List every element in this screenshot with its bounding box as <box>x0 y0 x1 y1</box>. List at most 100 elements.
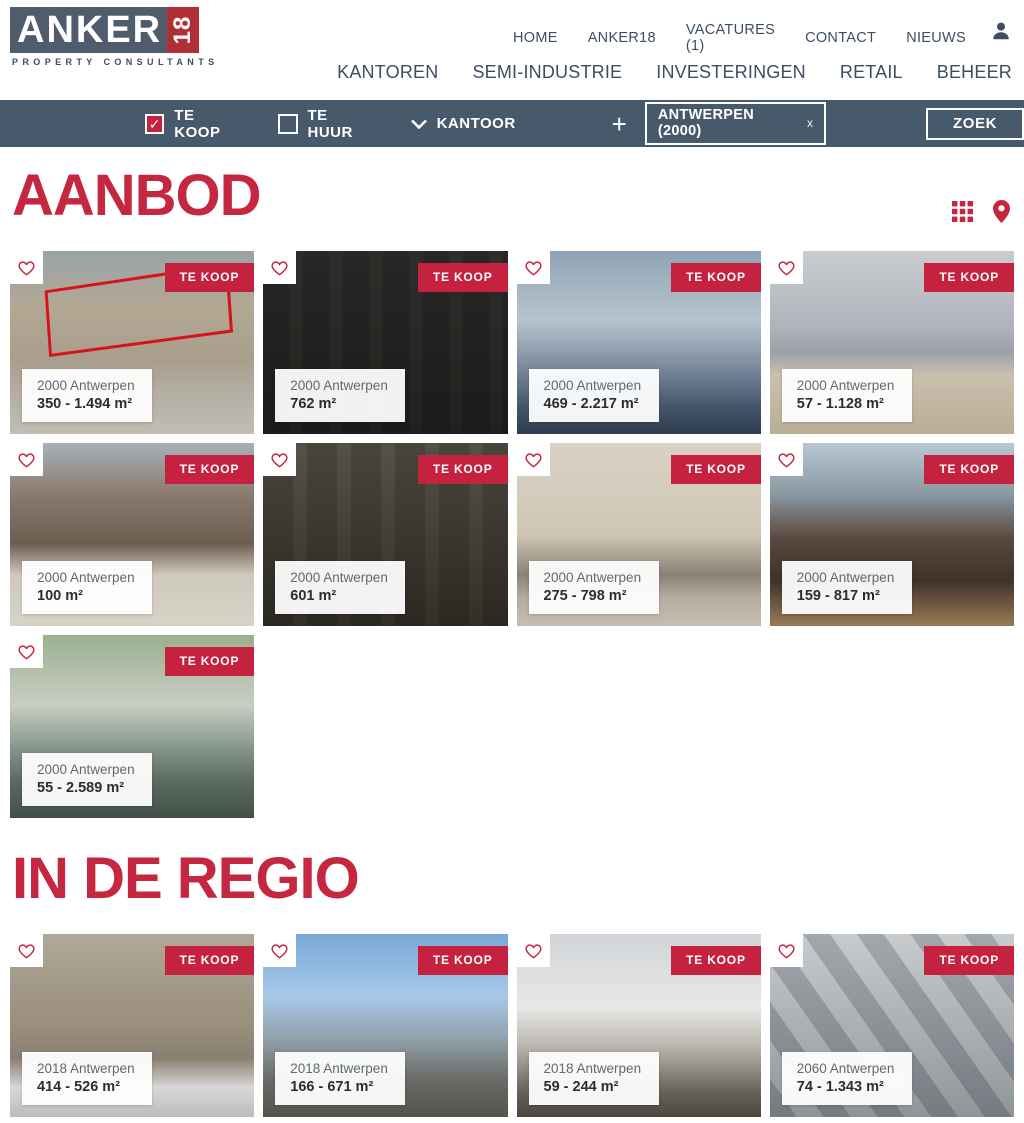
listing-city: 2000 Antwerpen <box>290 570 390 585</box>
section-aanbod: AANBOD TE KO <box>0 167 1024 818</box>
favorite-button[interactable] <box>517 251 550 284</box>
property-card[interactable]: TE KOOP 2000 Antwerpen 275 - 798 m² <box>517 443 761 626</box>
favorite-button[interactable] <box>770 251 803 284</box>
property-card[interactable]: TE KOOP 2060 Antwerpen 74 - 1.343 m² <box>770 934 1014 1117</box>
listing-size: 350 - 1.494 m² <box>37 396 137 412</box>
listing-info: 2000 Antwerpen 350 - 1.494 m² <box>22 369 152 422</box>
filter-te-koop[interactable]: ✓ TE KOOP <box>145 107 242 141</box>
listing-info: 2018 Antwerpen 166 - 671 m² <box>275 1052 405 1105</box>
favorite-button[interactable] <box>10 934 43 967</box>
status-badge: TE KOOP <box>165 263 255 292</box>
listing-city: 2000 Antwerpen <box>290 378 390 393</box>
listing-size: 601 m² <box>290 588 390 604</box>
listing-info: 2000 Antwerpen 275 - 798 m² <box>529 561 659 614</box>
property-card[interactable]: TE KOOP 2000 Antwerpen 762 m² <box>263 251 507 434</box>
remove-location-icon[interactable]: x <box>807 116 813 130</box>
status-badge: TE KOOP <box>418 263 508 292</box>
listing-size: 159 - 817 m² <box>797 588 897 604</box>
favorite-button[interactable] <box>770 443 803 476</box>
heart-icon <box>17 942 36 959</box>
top-nav-item[interactable]: ANKER18 <box>588 30 656 46</box>
favorite-button[interactable] <box>10 635 43 668</box>
grid-view-icon[interactable] <box>952 201 973 222</box>
brand-suffix: 18 <box>169 16 197 45</box>
listing-size: 762 m² <box>290 396 390 412</box>
top-nav-item[interactable]: HOME <box>513 30 558 46</box>
heart-icon <box>524 451 543 468</box>
regio-grid: TE KOOP 2018 Antwerpen 414 - 526 m² TE K… <box>10 934 1014 1117</box>
top-nav-item[interactable]: VACATURES (1) <box>686 22 775 54</box>
property-card[interactable]: TE KOOP 2000 Antwerpen 57 - 1.128 m² <box>770 251 1014 434</box>
favorite-button[interactable] <box>263 443 296 476</box>
listing-info: 2000 Antwerpen 55 - 2.589 m² <box>22 753 152 806</box>
aanbod-title: AANBOD <box>12 167 1024 225</box>
heart-icon <box>777 942 796 959</box>
favorite-button[interactable] <box>263 251 296 284</box>
listing-info: 2060 Antwerpen 74 - 1.343 m² <box>782 1052 912 1105</box>
te-koop-checkbox[interactable]: ✓ <box>145 114 164 134</box>
category-dropdown[interactable]: KANTOOR <box>411 115 516 132</box>
status-badge: TE KOOP <box>924 455 1014 484</box>
listing-city: 2018 Antwerpen <box>37 1061 137 1076</box>
favorite-button[interactable] <box>263 934 296 967</box>
main-nav-item[interactable]: BEHEER <box>937 62 1012 83</box>
main-nav-item[interactable]: KANTOREN <box>337 62 438 83</box>
listing-city: 2000 Antwerpen <box>37 570 137 585</box>
regio-title: IN DE REGIO <box>12 850 1024 908</box>
status-badge: TE KOOP <box>418 946 508 975</box>
listing-info: 2018 Antwerpen 414 - 526 m² <box>22 1052 152 1105</box>
listing-size: 166 - 671 m² <box>290 1079 390 1095</box>
section-regio: IN DE REGIO TE KOOP 2018 Antwerpen 414 -… <box>0 850 1024 1117</box>
property-card[interactable]: TE KOOP 2000 Antwerpen 55 - 2.589 m² <box>10 635 254 818</box>
heart-icon <box>777 259 796 276</box>
property-card[interactable]: TE KOOP 2000 Antwerpen 601 m² <box>263 443 507 626</box>
listing-city: 2000 Antwerpen <box>37 762 137 777</box>
te-huur-checkbox[interactable] <box>278 114 297 134</box>
property-card[interactable]: TE KOOP 2018 Antwerpen 59 - 244 m² <box>517 934 761 1117</box>
listing-size: 59 - 244 m² <box>544 1079 644 1095</box>
listing-size: 74 - 1.343 m² <box>797 1079 897 1095</box>
property-card[interactable]: TE KOOP 2018 Antwerpen 166 - 671 m² <box>263 934 507 1117</box>
heart-icon <box>270 259 289 276</box>
top-nav-item[interactable]: NIEUWS <box>906 30 966 46</box>
brand-logo-mark: ANKER 18 <box>10 7 219 53</box>
search-button[interactable]: ZOEK <box>926 108 1024 140</box>
aanbod-grid: TE KOOP 2000 Antwerpen 350 - 1.494 m² TE… <box>10 251 1014 818</box>
favorite-button[interactable] <box>10 443 43 476</box>
top-nav-item[interactable]: CONTACT <box>805 30 876 46</box>
te-huur-label: TE HUUR <box>308 107 375 141</box>
listing-city: 2000 Antwerpen <box>37 378 137 393</box>
add-location-icon[interactable]: + <box>612 111 627 137</box>
heart-icon <box>524 259 543 276</box>
favorite-button[interactable] <box>517 934 550 967</box>
regio-header: IN DE REGIO <box>0 850 1024 908</box>
listing-info: 2000 Antwerpen 57 - 1.128 m² <box>782 369 912 422</box>
listing-city: 2018 Antwerpen <box>290 1061 390 1076</box>
view-toggle <box>952 200 1010 223</box>
brand-logo[interactable]: ANKER 18 PROPERTY CONSULTANTS <box>10 7 219 67</box>
main-nav-item[interactable]: INVESTERINGEN <box>656 62 806 83</box>
filter-te-huur[interactable]: TE HUUR <box>278 107 374 141</box>
listing-size: 414 - 526 m² <box>37 1079 137 1095</box>
main-nav-item[interactable]: RETAIL <box>840 62 903 83</box>
listing-city: 2000 Antwerpen <box>544 378 644 393</box>
property-card[interactable]: TE KOOP 2000 Antwerpen 469 - 2.217 m² <box>517 251 761 434</box>
property-card[interactable]: TE KOOP 2000 Antwerpen 159 - 817 m² <box>770 443 1014 626</box>
property-card[interactable]: TE KOOP 2000 Antwerpen 350 - 1.494 m² <box>10 251 254 434</box>
favorite-button[interactable] <box>10 251 43 284</box>
property-card[interactable]: TE KOOP 2018 Antwerpen 414 - 526 m² <box>10 934 254 1117</box>
favorite-button[interactable] <box>517 443 550 476</box>
favorite-button[interactable] <box>770 934 803 967</box>
location-filter-tag[interactable]: ANTWERPEN (2000) x <box>645 102 826 145</box>
listing-info: 2000 Antwerpen 159 - 817 m² <box>782 561 912 614</box>
map-view-icon[interactable] <box>993 200 1010 223</box>
main-nav-item[interactable]: SEMI-INDUSTRIE <box>472 62 622 83</box>
listing-size: 55 - 2.589 m² <box>37 780 137 796</box>
user-account-icon[interactable] <box>990 20 1012 42</box>
te-koop-label: TE KOOP <box>174 107 242 141</box>
heart-icon <box>270 942 289 959</box>
listing-info: 2000 Antwerpen 601 m² <box>275 561 405 614</box>
property-card[interactable]: TE KOOP 2000 Antwerpen 100 m² <box>10 443 254 626</box>
heart-icon <box>777 451 796 468</box>
main-nav: KANTOREN SEMI-INDUSTRIE INVESTERINGEN RE… <box>337 62 1012 83</box>
